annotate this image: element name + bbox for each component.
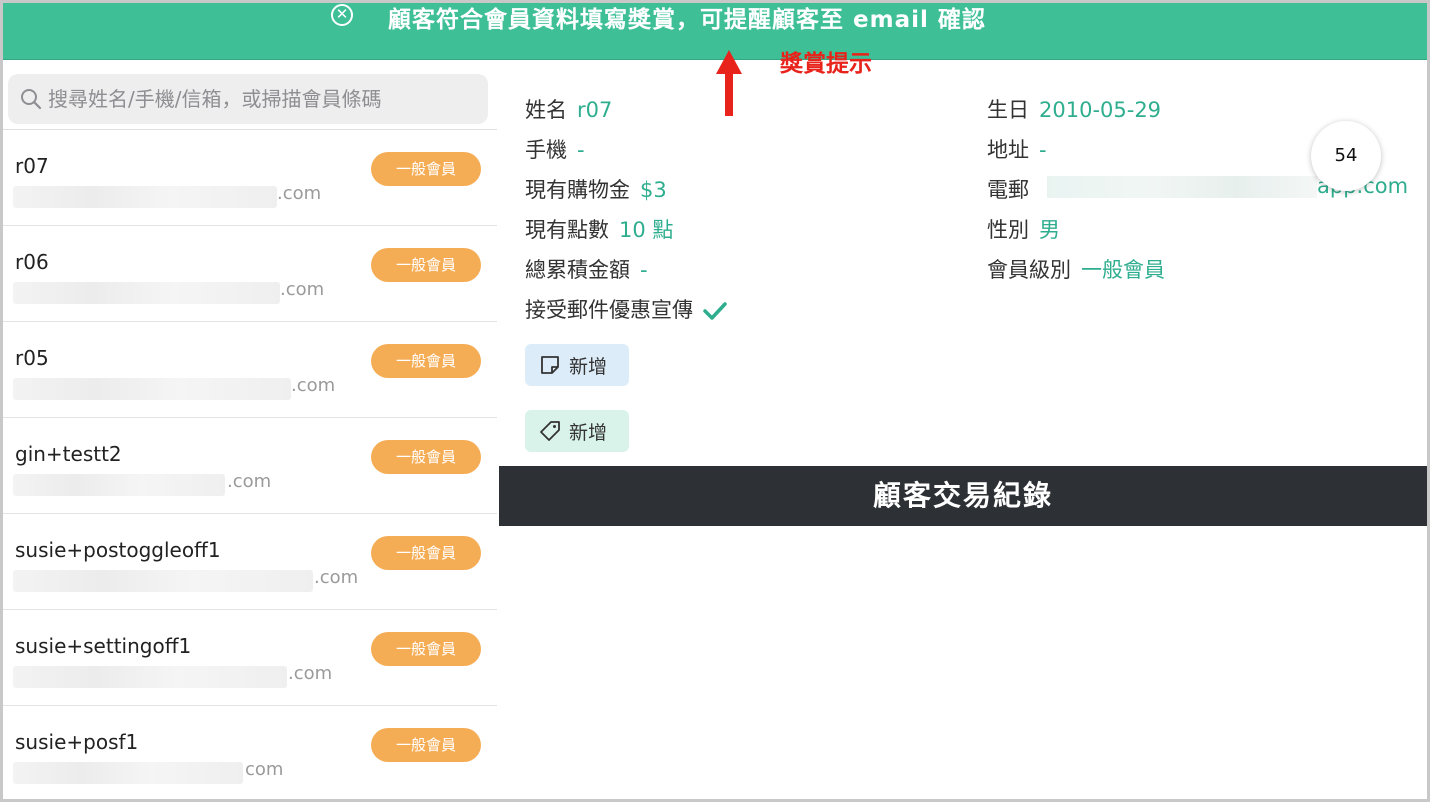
app-window: ✕ 顧客符合會員資料填寫獎賞，可提醒顧客至 email 確認 r07 .com … (0, 0, 1430, 802)
gender-field: 性別男 (987, 214, 1060, 244)
member-name: r07 (15, 154, 49, 178)
member-level-label: 會員級別 (987, 258, 1071, 282)
member-email: .com (288, 663, 333, 684)
member-email: .com (291, 375, 336, 396)
member-list-item[interactable]: r06 .com 一般會員 (3, 226, 497, 322)
member-email: com (245, 759, 284, 780)
member-email-redacted (13, 378, 291, 400)
total-spent-value: - (640, 258, 648, 282)
search-bar (3, 60, 497, 130)
address-field: 地址 - (987, 134, 1047, 164)
phone-field: 手機 - (525, 134, 585, 164)
total-spent-label: 總累積金額 (525, 258, 630, 282)
member-name: gin+testt2 (15, 442, 122, 466)
member-email-redacted (13, 474, 225, 496)
member-level-badge: 一般會員 (371, 248, 481, 282)
member-name: susie+settingoff1 (15, 634, 192, 658)
credit-field: 現有購物金 $3 (525, 174, 667, 204)
member-list-item[interactable]: r05 .com 一般會員 (3, 322, 497, 418)
banner-message: 顧客符合會員資料填寫獎賞，可提醒顧客至 email 確認 (388, 7, 986, 33)
member-level-value: 一般會員 (1081, 258, 1165, 282)
member-list-item[interactable]: susie+settingoff1 .com 一般會員 (3, 610, 497, 706)
phone-value: - (577, 138, 585, 162)
annotation-label: 獎賞提示 (780, 51, 872, 77)
reward-banner: ✕ 顧客符合會員資料填寫獎賞，可提醒顧客至 email 確認 (3, 3, 1427, 60)
member-level-badge: 一般會員 (371, 344, 481, 378)
member-name: susie+postoggleoff1 (15, 538, 221, 562)
search-input[interactable] (48, 84, 478, 114)
member-list-item[interactable]: gin+testt2 .com 一般會員 (3, 418, 497, 514)
birthday-label: 生日 (987, 98, 1029, 122)
birthday-value: 2010-05-29 (1039, 98, 1162, 122)
email-label: 電郵 (987, 178, 1029, 202)
birthday-field: 生日 2010-05-29 (987, 94, 1161, 124)
member-detail-panel: 姓名 r07 手機 - 現有購物金 $3 現有點數 10 點 總累積金額 - 接受郵件優惠… (499, 60, 1427, 799)
member-email: .com (277, 183, 322, 204)
member-level-badge: 一般會員 (371, 440, 481, 474)
member-level-badge: 一般會員 (371, 152, 481, 186)
member-email-redacted (13, 186, 277, 208)
email-promo-field: 接受郵件優惠宣傳 (525, 294, 727, 324)
member-name: susie+posf1 (15, 730, 139, 754)
member-level-badge: 一般會員 (371, 728, 481, 762)
note-icon (541, 356, 559, 374)
check-icon (703, 302, 727, 320)
email-redacted (1047, 176, 1317, 198)
transaction-history-header: 顧客交易紀錄 (499, 466, 1427, 526)
member-email-redacted (13, 666, 287, 688)
member-name: r06 (15, 250, 49, 274)
name-label: 姓名 (525, 98, 567, 122)
member-name: r05 (15, 346, 49, 370)
member-level-badge: 一般會員 (371, 632, 481, 666)
name-field: 姓名 r07 (525, 94, 612, 124)
add-tag-button[interactable]: 新增 (525, 410, 629, 452)
member-level-badge: 一般會員 (371, 536, 481, 570)
member-email-redacted (13, 282, 280, 304)
add-note-label: 新增 (569, 355, 608, 378)
member-email-redacted (13, 762, 243, 784)
credit-label: 現有購物金 (525, 178, 630, 202)
gender-value: 男 (1039, 218, 1060, 242)
search-box[interactable] (8, 74, 488, 124)
member-level-field: 會員級別 一般會員 (987, 254, 1165, 284)
count-bubble[interactable]: 54 (1311, 121, 1381, 191)
gender-label: 性別 (987, 218, 1029, 242)
close-circle-icon[interactable]: ✕ (331, 4, 353, 26)
member-list-panel: r07 .com 一般會員 r06 .com 一般會員 r05 .com 一般會… (3, 60, 497, 799)
points-label: 現有點數 (525, 218, 609, 242)
search-icon (21, 89, 42, 110)
member-list-item[interactable]: susie+posf1 com 一般會員 (3, 706, 497, 799)
email-promo-label: 接受郵件優惠宣傳 (525, 298, 693, 322)
member-list-item[interactable]: susie+postoggleoff1 .com 一般會員 (3, 514, 497, 610)
member-email: .com (280, 279, 325, 300)
name-value: r07 (577, 98, 613, 122)
address-label: 地址 (987, 138, 1029, 162)
phone-label: 手機 (525, 138, 567, 162)
credit-value: $3 (640, 178, 667, 202)
annotation-arrow (716, 50, 742, 116)
total-spent-field: 總累積金額 - (525, 254, 648, 284)
member-email-redacted (13, 570, 313, 592)
points-value: 10 點 (619, 218, 674, 242)
address-value: - (1039, 138, 1047, 162)
member-email: .com (227, 471, 272, 492)
points-field: 現有點數 10 點 (525, 214, 673, 244)
add-note-button[interactable]: 新增 (525, 344, 629, 386)
member-email: .com (314, 567, 359, 588)
member-list-item[interactable]: r07 .com 一般會員 (3, 130, 497, 226)
add-tag-label: 新增 (569, 421, 608, 444)
tag-icon (540, 421, 560, 441)
